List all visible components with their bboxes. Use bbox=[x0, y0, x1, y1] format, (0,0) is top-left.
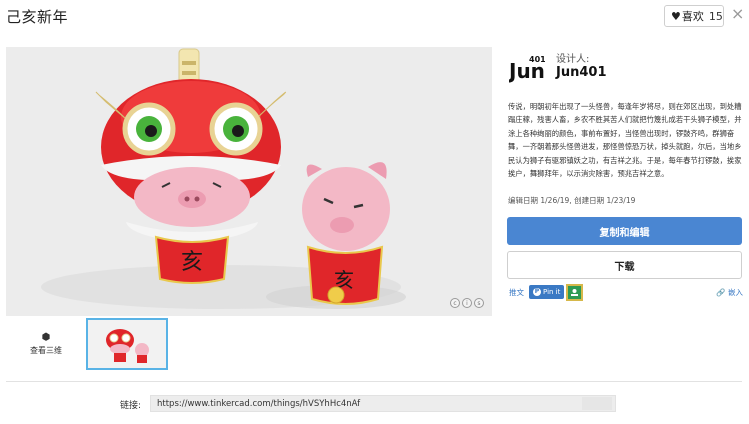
pin-button[interactable]: P Pin it bbox=[529, 285, 565, 299]
page-title: 己亥新年 bbox=[6, 8, 69, 26]
sa-icon: s bbox=[474, 298, 484, 308]
view-3d-label: 查看三维 bbox=[30, 346, 62, 355]
model-viewer[interactable]: 亥 亥 c i s bbox=[6, 47, 492, 316]
copy-link-button[interactable] bbox=[582, 397, 612, 410]
edit-dates: 编辑日期 1/26/19, 创建日期 1/23/19 bbox=[508, 196, 636, 205]
license-badge: c i s bbox=[450, 298, 484, 308]
like-button[interactable]: ♥ 喜欢 15 bbox=[664, 5, 724, 27]
view-3d-button[interactable]: ⬢ 查看三维 bbox=[24, 332, 68, 356]
designer-logo[interactable]: Jun 401 bbox=[509, 52, 545, 84]
top-bar: 己亥新年 ♥ 喜欢 15 × bbox=[0, 0, 749, 34]
heart-icon: ♥ bbox=[671, 9, 681, 23]
pin-label: Pin it bbox=[543, 288, 561, 296]
logo-number: 401 bbox=[529, 55, 545, 64]
thumbnail-render bbox=[106, 329, 149, 363]
share-row: 推文 P Pin it 🔗 嵌入 bbox=[509, 284, 743, 301]
model-render: 亥 亥 bbox=[41, 48, 406, 309]
classroom-icon[interactable] bbox=[566, 284, 583, 301]
close-icon[interactable]: × bbox=[731, 4, 744, 23]
apron-character: 亥 bbox=[181, 250, 203, 275]
designer-label: 设计人: bbox=[556, 54, 590, 65]
copy-edit-button[interactable]: 复制和编辑 bbox=[507, 217, 742, 245]
like-count: 15 bbox=[708, 9, 723, 23]
like-label: 喜欢 bbox=[681, 10, 704, 23]
by-icon: i bbox=[462, 298, 472, 308]
cc-icon: c bbox=[450, 298, 460, 308]
embed-link[interactable]: 🔗 嵌入 bbox=[716, 287, 743, 298]
embed-label: 嵌入 bbox=[728, 288, 743, 297]
link-label: 链接: bbox=[120, 401, 142, 411]
cube-icon: ⬢ bbox=[41, 332, 51, 343]
divider bbox=[6, 381, 742, 382]
designer-name[interactable]: Jun401 bbox=[556, 65, 606, 80]
description: 传说，明朝初年出现了一头怪兽，每逢年岁将尽，则在郊区出现，到处糟蹋庄稼，残害人畜… bbox=[508, 102, 742, 179]
download-button[interactable]: 下载 bbox=[507, 251, 742, 279]
tweet-link[interactable]: 推文 bbox=[509, 287, 524, 298]
pinterest-icon: P bbox=[533, 288, 541, 296]
link-icon: 🔗 bbox=[716, 288, 726, 297]
image-thumbnail[interactable] bbox=[86, 318, 168, 370]
share-link-field[interactable] bbox=[150, 395, 616, 412]
